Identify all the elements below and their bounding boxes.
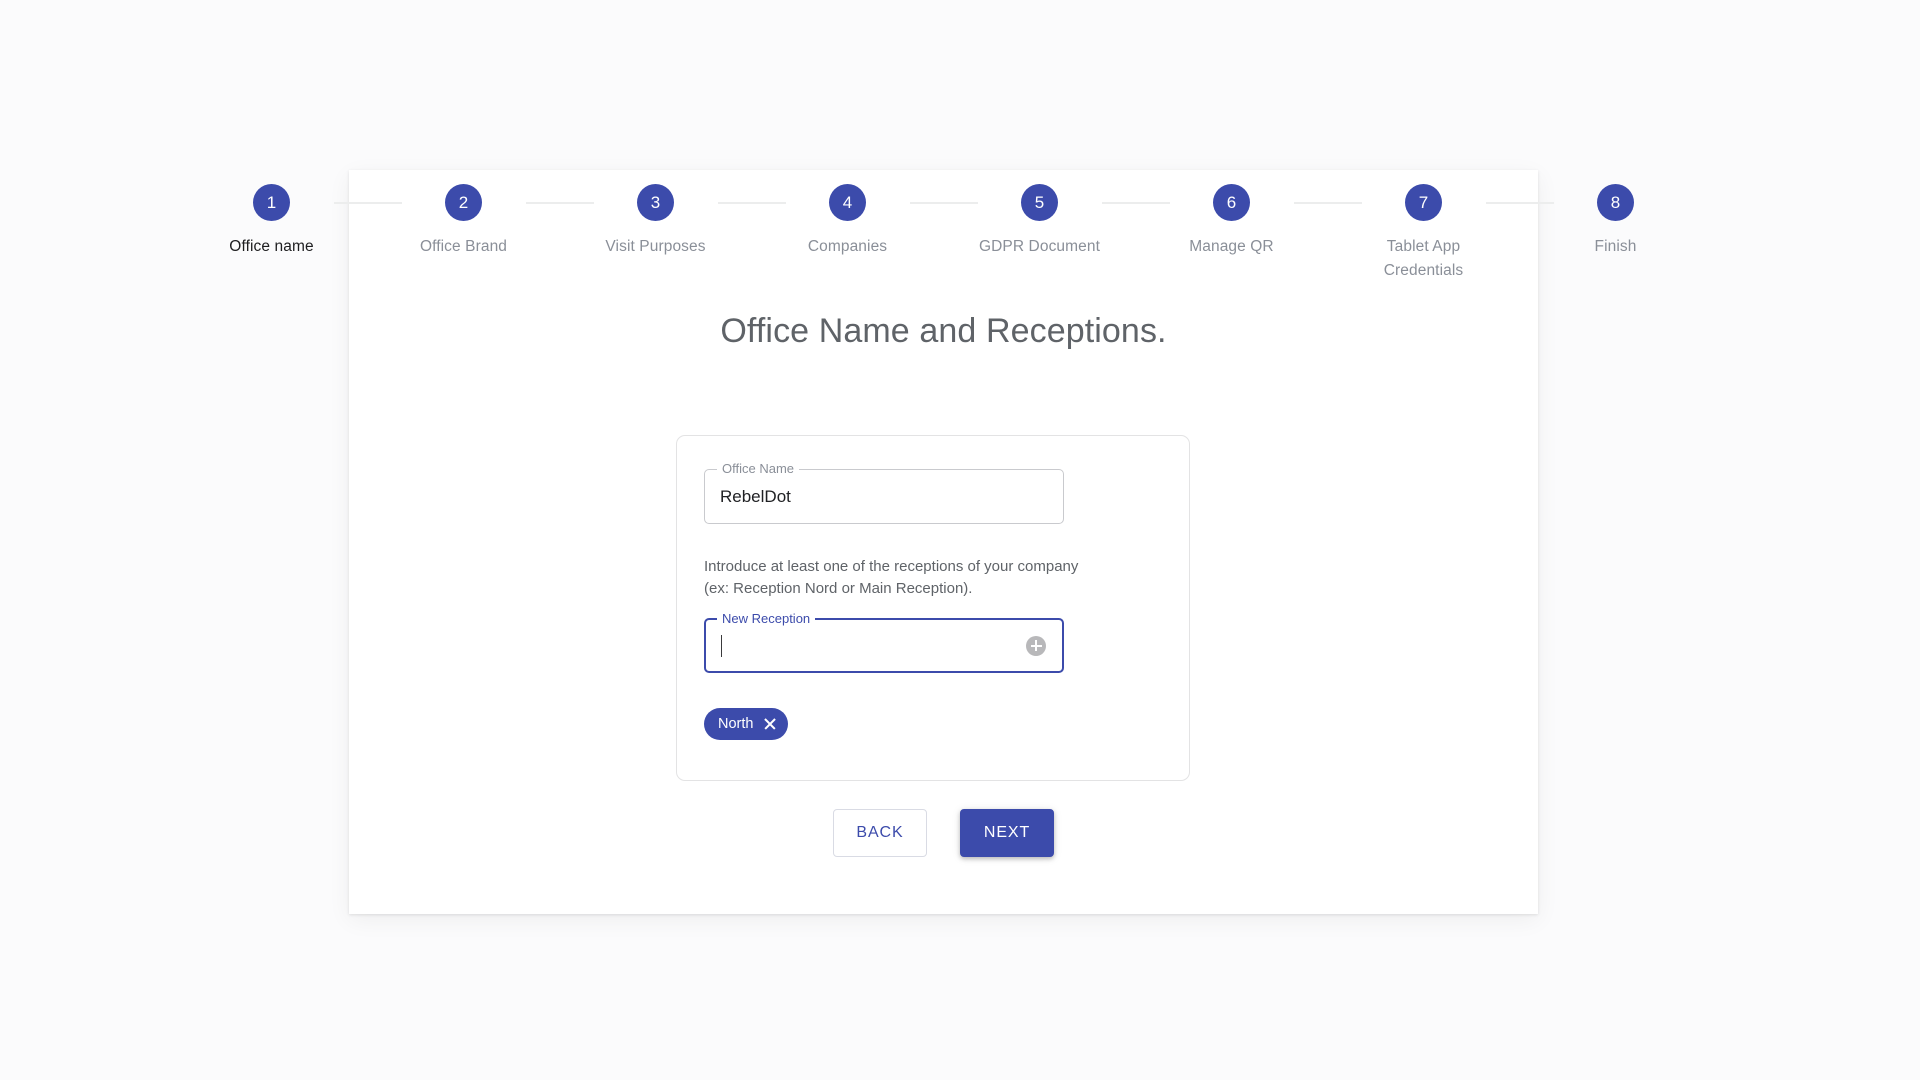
close-icon[interactable] xyxy=(762,716,778,732)
stepper-step-6[interactable]: 6 Manage QR xyxy=(1170,184,1294,259)
stepper-bubble-6[interactable]: 6 xyxy=(1213,184,1250,221)
stepper-label-6: Manage QR xyxy=(1189,238,1274,255)
reception-chip-label: North xyxy=(718,716,754,732)
stepper-step-2[interactable]: 2 Office Brand xyxy=(402,184,526,259)
office-name-value[interactable]: RebelDot xyxy=(705,487,791,507)
stepper-label-4: Companies xyxy=(807,238,888,255)
reception-help-text: Introduce at least one of the receptions… xyxy=(704,558,1079,597)
stepper-step-1[interactable]: 1 Office name xyxy=(210,184,334,259)
stepper-bubble-4[interactable]: 4 xyxy=(829,184,866,221)
text-caret xyxy=(721,634,722,657)
stepper-step-5[interactable]: 5 GDPR Document xyxy=(978,184,1102,259)
reception-chip-list: North xyxy=(704,708,789,740)
office-name-field[interactable]: Office Name RebelDot xyxy=(704,461,1064,524)
stepper-connector-2 xyxy=(525,202,594,204)
stepper-bubble-2[interactable]: 2 xyxy=(445,184,482,221)
add-circle-icon[interactable] xyxy=(1026,635,1046,656)
new-reception-field[interactable]: New Reception xyxy=(704,611,1064,673)
stepper-step-7[interactable]: 7 Tablet App Credentials xyxy=(1362,184,1486,283)
stepper: 1 Office name 2 Office Brand 3 Visit Pur… xyxy=(229,184,1636,283)
stepper-bubble-8[interactable]: 8 xyxy=(1597,184,1634,221)
stepper-connector-6 xyxy=(1293,202,1362,204)
stepper-connector-1 xyxy=(333,202,402,204)
stepper-label-7: Tablet App Credentials xyxy=(1383,238,1464,279)
page-title: Office Name and Receptions. xyxy=(720,312,1167,350)
stepper-bubble-5[interactable]: 5 xyxy=(1021,184,1058,221)
new-reception-label: New Reception xyxy=(717,611,816,627)
stepper-step-8[interactable]: 8 Finish xyxy=(1554,184,1678,259)
office-name-label: Office Name xyxy=(717,461,800,477)
back-button[interactable]: BACK xyxy=(833,809,927,857)
stepper-connector-7 xyxy=(1485,202,1554,204)
stepper-step-3[interactable]: 3 Visit Purposes xyxy=(594,184,718,259)
next-button[interactable]: NEXT xyxy=(960,809,1054,857)
office-name-field-box[interactable]: Office Name RebelDot xyxy=(704,461,1064,524)
stepper-bubble-3[interactable]: 3 xyxy=(637,184,674,221)
stepper-label-8: Finish xyxy=(1594,238,1637,255)
new-reception-field-box[interactable]: New Reception xyxy=(704,611,1064,673)
stepper-bubble-7[interactable]: 7 xyxy=(1405,184,1442,221)
stepper-connector-5 xyxy=(1101,202,1170,204)
stepper-connector-3 xyxy=(717,202,786,204)
stepper-connector-4 xyxy=(909,202,978,204)
stepper-label-5: GDPR Document xyxy=(978,238,1101,255)
wizard-card: 1 Office name 2 Office Brand 3 Visit Pur… xyxy=(229,170,1636,914)
stepper-label-2: Office Brand xyxy=(419,238,508,255)
stepper-label-3: Visit Purposes xyxy=(605,238,706,255)
stepper-label-1: Office name xyxy=(229,238,314,255)
office-form-panel: Office Name RebelDot Introduce at least … xyxy=(676,435,1190,781)
wizard-actions: BACK NEXT xyxy=(349,809,1538,857)
stepper-bubble-1[interactable]: 1 xyxy=(253,184,290,221)
stepper-step-4[interactable]: 4 Companies xyxy=(786,184,910,259)
reception-chip[interactable]: North xyxy=(704,708,789,740)
